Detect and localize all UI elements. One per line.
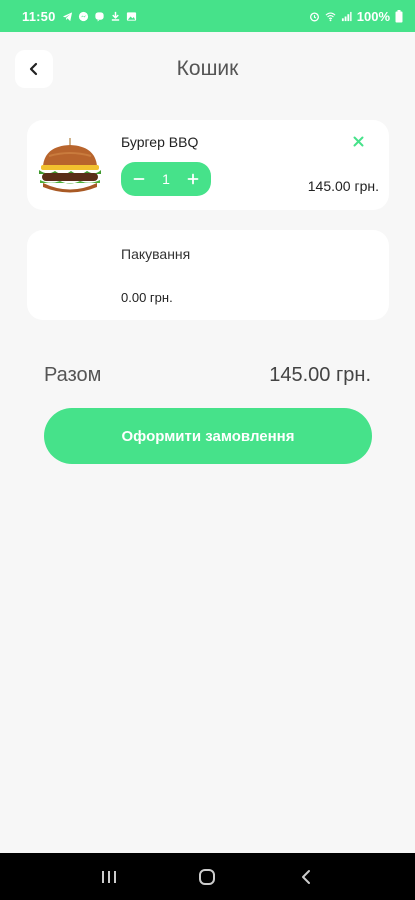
messenger-icon: [78, 11, 88, 21]
nav-back-button[interactable]: [295, 866, 317, 888]
minus-icon: [133, 178, 145, 180]
wifi-icon: [325, 12, 336, 21]
viber-icon: [94, 11, 104, 22]
quantity-stepper: 1: [121, 162, 211, 196]
remove-item-button[interactable]: [349, 132, 367, 150]
close-icon: [353, 136, 363, 146]
plus-icon: [187, 173, 199, 185]
status-bar: 11:50 100%: [0, 0, 415, 32]
burger-image: [39, 138, 101, 193]
notification-icons: [62, 11, 137, 22]
total-label: Разом: [44, 364, 102, 386]
signal-icon: [341, 11, 352, 21]
packaging-price: 0.00 грн.: [121, 290, 173, 305]
item-name: Бургер BBQ: [121, 134, 199, 150]
cart-item: Бургер BBQ 1 145.00 грн.: [27, 120, 389, 210]
decrease-quantity-button[interactable]: [131, 171, 147, 187]
battery-icon: [395, 9, 403, 22]
gallery-icon: [126, 11, 136, 21]
back-icon: [301, 869, 310, 884]
alarm-icon: [309, 11, 319, 21]
battery-level: 100%: [356, 8, 390, 24]
page-title: Кошик: [176, 57, 239, 80]
recent-apps-icon: [102, 870, 117, 883]
packaging-label: Пакування: [121, 246, 191, 262]
system-nav-bar: [0, 853, 415, 900]
status-time: 11:50: [22, 8, 56, 24]
download-icon: [111, 11, 119, 21]
packaging-row: Пакування 0.00 грн.: [27, 230, 389, 320]
telegram-icon: [62, 11, 72, 21]
item-price: 145.00 грн.: [307, 178, 379, 194]
quantity-value: 1: [162, 171, 170, 187]
home-icon: [199, 868, 216, 885]
header: Кошик: [0, 44, 415, 90]
total-value: 145.00 грн.: [269, 364, 371, 386]
checkout-button[interactable]: Оформити замовлення: [44, 408, 372, 464]
recent-apps-button[interactable]: [98, 866, 120, 888]
increase-quantity-button[interactable]: [185, 171, 201, 187]
home-button[interactable]: [196, 866, 218, 888]
system-indicators: 100%: [309, 9, 403, 24]
